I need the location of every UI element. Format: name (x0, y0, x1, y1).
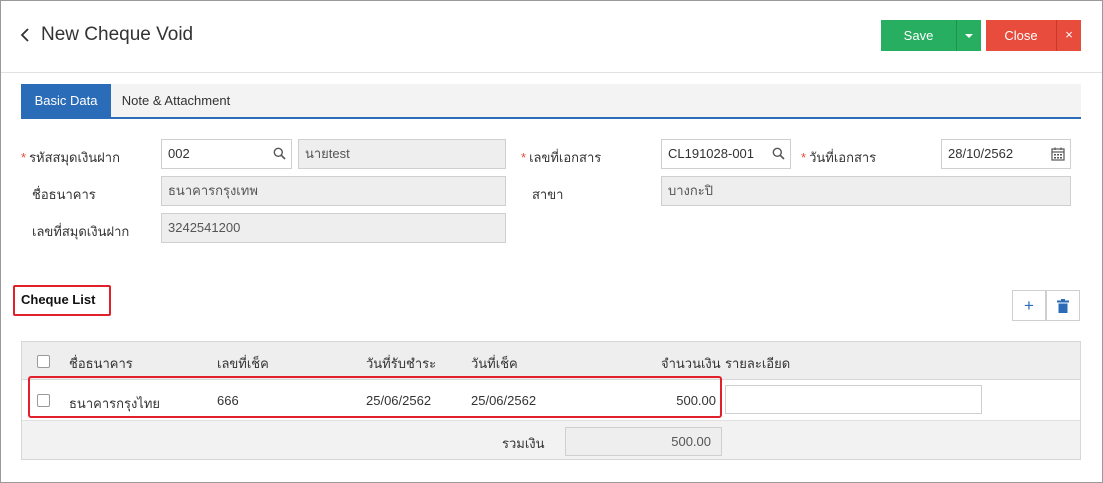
trash-icon (1057, 298, 1069, 313)
page-header: New Cheque Void Save Close × (1, 1, 1102, 73)
search-icon[interactable] (772, 147, 785, 160)
doc-no-label: * เลขที่เอกสาร (521, 147, 601, 168)
tab-note-attachment[interactable]: Note & Attachment (111, 84, 241, 117)
annotation-highlight-row (28, 376, 722, 418)
search-icon[interactable] (273, 147, 286, 160)
detail-input[interactable] (725, 385, 982, 414)
account-no-label: เลขที่สมุดเงินฝาก (32, 224, 130, 239)
column-header-detail: รายละเอียด (725, 356, 791, 371)
tab-basic-data[interactable]: Basic Data (21, 84, 111, 117)
back-chevron-icon[interactable] (18, 25, 32, 45)
total-label: รวมเงิน (502, 436, 545, 451)
doc-date-value: 28/10/2562 (948, 146, 1014, 161)
total-amount-field: 500.00 (565, 427, 722, 456)
close-icon: × (1065, 27, 1073, 42)
passbook-code-label-text: รหัสสมุดเงินฝาก (29, 150, 120, 165)
column-header-bank: ชื่อธนาคาร (69, 356, 133, 371)
caret-down-icon (965, 33, 973, 38)
calendar-icon[interactable] (1051, 147, 1065, 161)
column-header-cheque-no: เลขที่เช็ค (217, 356, 269, 371)
doc-date-label: * วันที่เอกสาร (801, 147, 876, 168)
table-header: ชื่อธนาคาร เลขที่เช็ค วันที่รับชำระ วันท… (22, 342, 1080, 380)
passbook-name-field: นายtest (298, 139, 506, 169)
passbook-code-label: * รหัสสมุดเงินฝาก (21, 147, 120, 168)
doc-date-label-text: วันที่เอกสาร (809, 150, 877, 165)
bank-name-label: ชื่อธนาคาร (32, 187, 96, 202)
column-header-cheque-date: วันที่เช็ค (471, 356, 518, 371)
branch-label: สาขา (532, 187, 564, 202)
required-marker: * (801, 150, 807, 165)
page-title: New Cheque Void (41, 24, 194, 45)
window: New Cheque Void Save Close × Basic Data … (0, 0, 1103, 483)
required-marker: * (21, 150, 27, 165)
cheque-list-title: Cheque List (21, 292, 96, 307)
doc-date-input[interactable]: 28/10/2562 (941, 139, 1071, 169)
add-row-button[interactable]: + (1012, 290, 1046, 321)
plus-icon: + (1024, 295, 1034, 315)
account-no-field: 3242541200 (161, 213, 506, 243)
delete-row-button[interactable] (1046, 290, 1080, 321)
save-button[interactable]: Save (881, 20, 956, 51)
select-all-checkbox[interactable] (37, 355, 50, 368)
doc-no-input[interactable]: CL191028-001 (661, 139, 791, 169)
branch-field: บางกะปิ (661, 176, 1071, 206)
doc-no-label-text: เลขที่เอกสาร (529, 150, 602, 165)
column-header-receive-date: วันที่รับชำระ (366, 356, 437, 371)
tab-bar: Basic Data Note & Attachment (21, 84, 1081, 119)
doc-no-value: CL191028-001 (668, 146, 755, 161)
close-button[interactable]: Close (986, 20, 1056, 51)
close-x-button[interactable]: × (1056, 20, 1081, 51)
column-header-amount: จำนวนเงิน (661, 356, 721, 371)
passbook-code-value: 002 (168, 146, 190, 161)
table-footer: รวมเงิน 500.00 (22, 420, 1080, 459)
bank-name-field: ธนาคารกรุงเทพ (161, 176, 506, 206)
save-options-dropdown[interactable] (956, 20, 981, 51)
passbook-code-input[interactable]: 002 (161, 139, 292, 169)
required-marker: * (521, 150, 527, 165)
